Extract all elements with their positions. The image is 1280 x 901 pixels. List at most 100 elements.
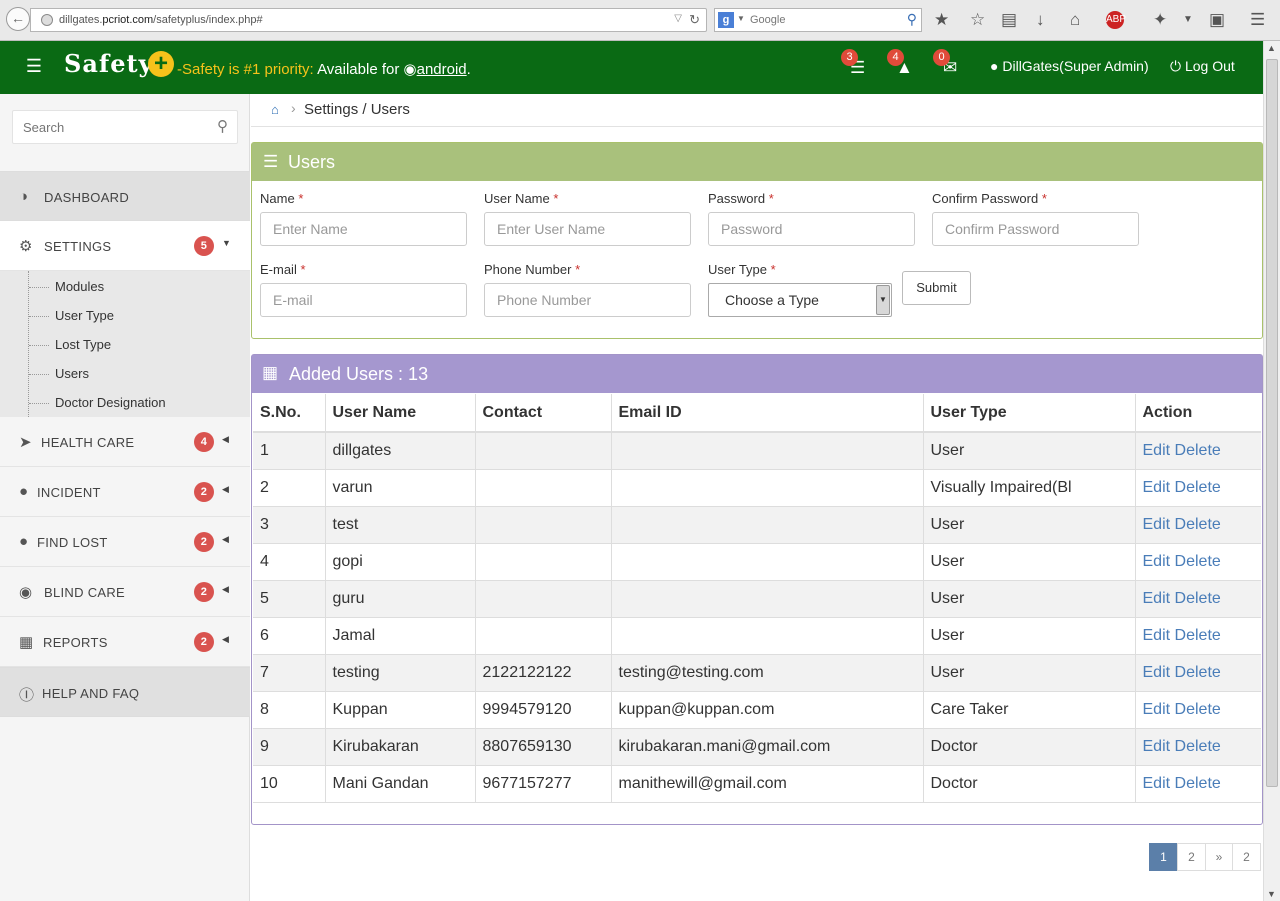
settings-submenu: Modules User Type Lost Type Users Doctor… [0, 271, 250, 417]
google-icon[interactable]: g [718, 12, 734, 28]
sidebar-search-input[interactable] [13, 111, 203, 143]
edit-link[interactable]: Edit [1143, 516, 1171, 533]
username-input[interactable] [484, 212, 691, 246]
table-cell: 4 [253, 543, 326, 581]
confirm-password-input[interactable] [932, 212, 1139, 246]
submenu-tick [29, 374, 49, 375]
address-bar[interactable]: dillgates.pcriot.com/safetyplus/index.ph… [30, 8, 707, 32]
table-cell: guru [325, 580, 476, 618]
chevron-right-icon: › [291, 100, 296, 116]
phone-input[interactable] [484, 283, 691, 317]
submenu-item-doctor-designation[interactable]: Doctor Designation [55, 395, 166, 410]
edit-link[interactable]: Edit [1143, 701, 1171, 718]
table-cell: User [923, 617, 1136, 655]
delete-link[interactable]: Delete [1175, 775, 1221, 792]
scrollbar-thumb[interactable] [1266, 59, 1278, 787]
column-header: Action [1135, 394, 1261, 433]
breadcrumb: ⌂ › Settings / Users [251, 94, 1263, 127]
sidebar-item-health-care[interactable]: ➤ HEALTH CARE 4 ◀ [0, 417, 250, 467]
delete-link[interactable]: Delete [1175, 701, 1221, 718]
bookmark-star-icon[interactable]: ☆ [970, 9, 985, 31]
name-input[interactable] [260, 212, 467, 246]
sidebar-item-dashboard[interactable]: ◑ DASHBOARD [0, 171, 250, 221]
submenu-item-user-type[interactable]: User Type [55, 308, 114, 323]
sidebar-item-reports[interactable]: ▦ REPORTS 2 ◀ [0, 617, 250, 667]
edit-link[interactable]: Edit [1143, 590, 1171, 607]
page-scrollbar[interactable]: ▲ ▼ [1263, 41, 1280, 901]
translate-icon[interactable]: ★ [934, 9, 949, 31]
edit-link[interactable]: Edit [1143, 664, 1171, 681]
browser-search-box[interactable]: g ▼ Google ⚲ [714, 8, 922, 32]
scroll-up-icon[interactable]: ▲ [1267, 43, 1276, 53]
adblock-icon[interactable]: ABP [1106, 11, 1126, 29]
map-marker-icon: ● [19, 483, 29, 500]
table-cell: User [923, 432, 1136, 470]
delete-link[interactable]: Delete [1175, 553, 1221, 570]
table-cell [611, 506, 924, 544]
email-input[interactable] [260, 283, 467, 317]
submenu-item-users[interactable]: Users [55, 366, 89, 381]
delete-link[interactable]: Delete [1175, 479, 1221, 496]
search-go-icon[interactable]: ⚲ [907, 11, 917, 28]
page-1-button[interactable]: 1 [1149, 843, 1178, 871]
back-button[interactable]: ← [6, 7, 30, 31]
download-icon[interactable]: ↓ [1036, 9, 1045, 31]
delete-link[interactable]: Delete [1175, 516, 1221, 533]
settings-badge: 5 [194, 236, 214, 256]
edit-link[interactable]: Edit [1143, 627, 1171, 644]
home-icon[interactable]: ⌂ [1070, 9, 1080, 31]
browser-menu-icon[interactable]: ☰ [1250, 9, 1265, 31]
sidebar-item-settings[interactable]: ⚙ SETTINGS 5 ▼ [0, 221, 250, 271]
edit-link[interactable]: Edit [1143, 479, 1171, 496]
extension-icon[interactable]: ✦ [1153, 9, 1167, 31]
added-users-title: Added Users : 13 [289, 364, 429, 384]
next-page-button[interactable]: » [1205, 843, 1233, 871]
select-arrow-icon[interactable]: ▼ [876, 285, 890, 315]
submit-button[interactable]: Submit [902, 271, 971, 305]
menu-toggle-button[interactable]: ☰ [15, 51, 53, 83]
submenu-item-modules[interactable]: Modules [55, 279, 104, 294]
delete-link[interactable]: Delete [1175, 664, 1221, 681]
gears-icon: ⚙ [19, 238, 33, 255]
submenu-tree-line [28, 271, 29, 417]
search-icon[interactable]: ⚲ [217, 117, 228, 135]
column-header: User Name [325, 394, 476, 433]
android-link[interactable]: android [417, 61, 467, 78]
tab-view-icon[interactable]: ▣ [1209, 9, 1225, 31]
scroll-down-icon[interactable]: ▼ [1267, 889, 1276, 899]
sidebar-item-incident[interactable]: ● INCIDENT 2 ◀ [0, 467, 250, 517]
edit-link[interactable]: Edit [1143, 775, 1171, 792]
delete-link[interactable]: Delete [1175, 442, 1221, 459]
last-page-button[interactable]: 2 [1232, 843, 1261, 871]
edit-link[interactable]: Edit [1143, 738, 1171, 755]
logout-button[interactable]: ⏻ Log Out [1170, 58, 1235, 75]
logo[interactable]: Safety [64, 49, 154, 78]
table-cell: Doctor [923, 728, 1136, 766]
reading-list-icon[interactable]: ▤ [1001, 9, 1017, 31]
home-icon[interactable]: ⌂ [271, 102, 279, 117]
sidebar-item-help-and-faq[interactable]: ⓘ HELP AND FAQ [0, 667, 250, 717]
user-menu[interactable]: ● DillGates(Super Admin) [990, 58, 1149, 74]
edit-link[interactable]: Edit [1143, 553, 1171, 570]
url-dropdown-icon[interactable]: ▽ [674, 13, 682, 24]
delete-link[interactable]: Delete [1175, 590, 1221, 607]
action-cell: Edit Delete [1135, 432, 1261, 470]
delete-link[interactable]: Delete [1175, 738, 1221, 755]
sidebar-item-blind-care[interactable]: ◉ BLIND CARE 2 ◀ [0, 567, 250, 617]
search-engine-dropdown-icon[interactable]: ▼ [737, 14, 745, 23]
reload-icon[interactable]: ↻ [689, 12, 700, 28]
android-icon: ◉ [403, 61, 417, 78]
table-cell: 2122122122 [475, 654, 612, 692]
submenu-item-lost-type[interactable]: Lost Type [55, 337, 111, 352]
phone-label: Phone Number * [484, 262, 581, 277]
extension-dropdown-icon[interactable]: ▼ [1183, 9, 1193, 31]
sidebar-item-find-lost[interactable]: ● FIND LOST 2 ◀ [0, 517, 250, 567]
user-type-select[interactable]: Choose a Type ▼ [708, 283, 892, 317]
action-cell: Edit Delete [1135, 543, 1261, 581]
edit-link[interactable]: Edit [1143, 442, 1171, 459]
password-input[interactable] [708, 212, 915, 246]
delete-link[interactable]: Delete [1175, 627, 1221, 644]
map-marker-icon: ● [19, 533, 29, 550]
page-2-button[interactable]: 2 [1177, 843, 1206, 871]
caret-left-icon: ◀ [222, 534, 230, 544]
